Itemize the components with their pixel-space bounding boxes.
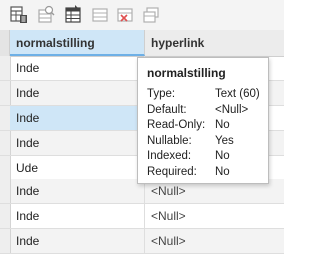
tooltip-line-type: Type: Text (60) bbox=[147, 88, 268, 104]
tooltip-title: normalstilling bbox=[147, 66, 226, 80]
table-row[interactable]: Inde <Null> bbox=[0, 204, 284, 229]
cell-normalstilling[interactable]: Inde bbox=[10, 56, 145, 80]
tooltip-value: No bbox=[215, 119, 230, 131]
tooltip-line-default: Default: <Null> bbox=[147, 104, 268, 120]
tooltip-line-required: Required: No bbox=[147, 166, 268, 182]
cell-normalstilling[interactable]: Inde bbox=[10, 204, 145, 228]
tooltip-line-nullable: Nullable: Yes bbox=[147, 135, 268, 151]
tooltip-key: Indexed: bbox=[147, 150, 192, 162]
tooltip-value: <Null> bbox=[215, 103, 249, 116]
cell-normalstilling[interactable]: Ude bbox=[10, 156, 145, 180]
tooltip-value: Yes bbox=[215, 134, 234, 147]
tooltip-line-read-only: Read-Only: No bbox=[147, 119, 268, 135]
tooltip-value: Text (60) bbox=[215, 88, 260, 100]
calculate-field-icon[interactable] bbox=[36, 5, 56, 25]
cell-normalstilling[interactable]: Inde bbox=[10, 106, 145, 130]
tooltip-key: Nullable: bbox=[147, 134, 192, 147]
cell-normalstilling[interactable]: Inde bbox=[10, 229, 145, 253]
table-view-icon[interactable] bbox=[90, 5, 110, 25]
tooltip-key: Required: bbox=[147, 165, 197, 178]
cell-normalstilling[interactable]: Inde bbox=[10, 179, 145, 203]
tooltip-key: Default: bbox=[147, 103, 187, 116]
tooltip-key: Read-Only: bbox=[147, 119, 206, 131]
tooltip-value: No bbox=[215, 150, 230, 162]
delete-table-icon[interactable] bbox=[115, 5, 135, 25]
cell-hyperlink[interactable]: <Null> bbox=[145, 204, 284, 228]
copy-table-icon[interactable] bbox=[141, 5, 161, 25]
tooltip-value: No bbox=[215, 165, 230, 178]
table-header: normalstilling hyperlink bbox=[0, 30, 284, 57]
table-row[interactable]: Inde <Null> bbox=[0, 229, 284, 254]
cell-normalstilling[interactable]: Inde bbox=[10, 81, 145, 105]
table-toolbar bbox=[0, 0, 284, 31]
row-selector-header[interactable] bbox=[0, 30, 10, 56]
column-header-normalstilling[interactable]: normalstilling bbox=[10, 30, 145, 56]
data-table-icon[interactable] bbox=[63, 5, 83, 25]
cell-normalstilling[interactable]: Inde bbox=[10, 131, 145, 155]
field-info-tooltip: normalstilling Type: Text (60) Default: … bbox=[137, 57, 269, 184]
column-header-hyperlink[interactable]: hyperlink bbox=[145, 30, 284, 56]
tooltip-key: Type: bbox=[147, 88, 176, 100]
cell-hyperlink[interactable]: <Null> bbox=[145, 229, 284, 253]
tooltip-line-indexed: Indexed: No bbox=[147, 150, 268, 166]
field-table-icon[interactable] bbox=[9, 5, 29, 25]
